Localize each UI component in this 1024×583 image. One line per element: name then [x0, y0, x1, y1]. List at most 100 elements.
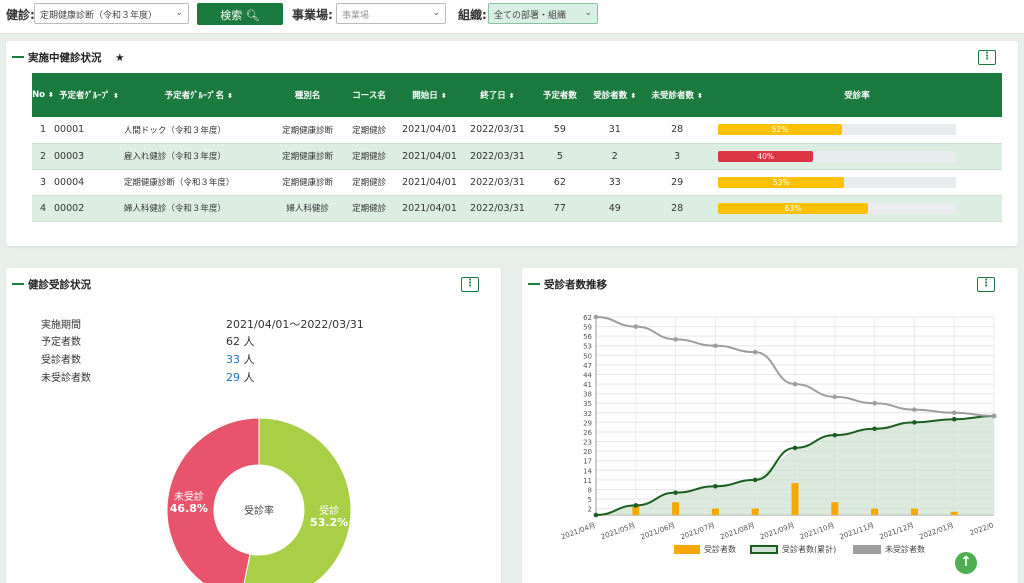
column-header[interactable]: 予定者ｸﾞﾙｰﾌﾟ ⬍ — [54, 73, 124, 117]
scroll-top-arrow-icon[interactable]: ↑ — [955, 552, 977, 574]
point-cumulative[interactable] — [872, 426, 877, 432]
checkup-status-card: 健診受診状況 ⋮ 実施期間 2021/04/01～2022/03/31 予定者数… — [6, 268, 501, 583]
jigyosho-select[interactable]: 事業場 ⌄ — [336, 3, 446, 24]
sort-icon[interactable]: ⬍ — [630, 92, 636, 100]
column-header-label: 開始日 — [412, 91, 438, 101]
sort-icon[interactable]: ⬍ — [697, 92, 703, 100]
legend-item[interactable]: 未受診者数 — [853, 544, 925, 555]
cell-start: 2021/04/01 — [402, 150, 457, 162]
sort-icon[interactable]: ⬍ — [113, 92, 119, 100]
column-header[interactable]: 予定者ｸﾞﾙｰﾌﾟ名 ⬍ — [124, 73, 274, 117]
point-cumulative[interactable] — [713, 483, 718, 489]
column-header[interactable]: 未受診者数 ⬍ — [642, 73, 712, 117]
cell-planned: 62 — [553, 176, 566, 188]
sort-icon[interactable]: ⬍ — [509, 92, 515, 100]
cell-start: 2021/04/01 — [402, 202, 457, 214]
cell-group: 00004 — [53, 176, 85, 188]
cell-rate: 40% — [712, 143, 1002, 169]
point-remaining[interactable] — [752, 349, 758, 355]
bar-monthly[interactable] — [871, 508, 879, 515]
point-cumulative[interactable] — [673, 490, 678, 495]
soshiki-label: 組織: — [458, 8, 487, 22]
point-cumulative[interactable] — [792, 445, 798, 451]
y-tick-label: 5 — [588, 496, 592, 504]
legend-item[interactable]: 受診者数 — [674, 544, 736, 555]
cell-course: 定期健診 — [352, 178, 387, 188]
point-remaining[interactable] — [991, 413, 997, 419]
bar-monthly[interactable] — [711, 508, 719, 515]
sort-icon[interactable]: ⬍ — [227, 92, 233, 100]
point-cumulative[interactable] — [951, 416, 957, 422]
cell-start: 2021/04/01 — [402, 124, 457, 136]
cell-planned: 5 — [556, 150, 563, 162]
sort-icon[interactable]: ⬍ — [441, 92, 447, 100]
chevron-down-icon: ⌄ — [584, 8, 592, 18]
point-remaining[interactable] — [951, 410, 957, 416]
bar-monthly[interactable] — [672, 502, 680, 515]
jigyosho-label: 事業場: — [292, 8, 333, 22]
point-remaining[interactable] — [673, 337, 678, 342]
jigyosho-select-placeholder: 事業場 — [342, 11, 370, 21]
point-cumulative[interactable] — [593, 512, 599, 518]
point-cumulative[interactable] — [832, 432, 838, 438]
rate-bar-track: 53% — [718, 176, 957, 188]
soshiki-select[interactable]: 全ての部署・組織 ⌄ — [488, 3, 598, 24]
point-remaining[interactable] — [713, 343, 718, 349]
bar-monthly[interactable] — [831, 502, 839, 515]
y-tick-label: 26 — [583, 429, 592, 437]
x-tick-label: 2021/09月 — [759, 521, 796, 541]
rate-bar-track: 52% — [718, 124, 957, 136]
chevron-down-icon: ⌄ — [175, 8, 183, 18]
cell-no: 3 — [39, 176, 47, 188]
y-tick-label: 59 — [583, 324, 592, 332]
cell-name: 婦人科健診（令和３年度） — [123, 204, 226, 214]
x-tick-label: 2021/08月 — [719, 521, 756, 541]
column-header[interactable]: 終了日 ⬍ — [462, 73, 532, 117]
bar-monthly[interactable] — [950, 511, 958, 515]
point-remaining[interactable] — [832, 394, 838, 400]
point-cumulative[interactable] — [912, 420, 917, 425]
search-button[interactable]: 検索 🔍︎ — [197, 3, 283, 25]
active-checkups-table: No ⬍ 予定者ｸﾞﾙｰﾌﾟ ⬍ 予定者ｸﾞﾙｰﾌﾟ名 ⬍ 種別名 コース名 開始日 ⬍ 終了日 ⬍ 予… — [32, 73, 1002, 222]
x-tick-label: 2022/0 — [969, 521, 995, 537]
legend-swatch — [750, 545, 778, 554]
x-tick-label: 2021/04月 — [560, 521, 597, 541]
table-row[interactable]: 1 00001 人間ドック（令和３年度） 定期健康診断 定期健診 2021/04/01 20… — [32, 117, 1002, 143]
column-header[interactable]: No ⬍ — [32, 73, 54, 117]
cell-planned: 77 — [553, 202, 566, 214]
legend-item[interactable]: 受診者数(累計) — [750, 544, 836, 555]
point-remaining[interactable] — [872, 400, 877, 406]
sort-icon[interactable]: ⬍ — [48, 91, 54, 99]
cell-done: 31 — [608, 124, 621, 136]
table-row[interactable]: 2 00003 雇入れ健診（令和３年度） 定期健康診断 定期健診 2021/04/01 20… — [32, 143, 1002, 169]
cell-notdone: 28 — [671, 202, 684, 214]
cell-planned: 59 — [553, 124, 566, 136]
table-row[interactable]: 4 00002 婦人科健診（令和３年度） 婦人科健診 定期健診 2021/04/01 202… — [32, 195, 1002, 221]
cell-course: 定期健診 — [352, 152, 387, 162]
point-remaining[interactable] — [633, 324, 639, 329]
column-header[interactable]: 受診者数 ⬍ — [587, 73, 642, 117]
table-row[interactable]: 3 00004 定期健康診断（令和３年度） 定期健康診断 定期健診 2021/04/01 2… — [32, 169, 1002, 195]
bar-monthly[interactable] — [910, 508, 918, 515]
bar-monthly[interactable] — [791, 483, 799, 515]
cell-notdone: 3 — [674, 150, 681, 162]
cell-end: 2022/03/31 — [470, 150, 525, 162]
star-icon[interactable]: ★ — [115, 52, 124, 64]
cell-rate: 53% — [712, 169, 1002, 195]
point-remaining[interactable] — [593, 314, 599, 320]
more-menu-icon[interactable]: ⋮ — [978, 50, 996, 65]
bar-monthly[interactable] — [751, 508, 759, 515]
kenshin-select-value: 定期健康診断（令和３年度） — [40, 11, 158, 21]
cell-start: 2021/04/01 — [402, 176, 457, 188]
point-cumulative[interactable] — [752, 477, 758, 483]
x-tick-label: 2021/05月 — [600, 521, 637, 541]
kenshin-select[interactable]: 定期健康診断（令和３年度） ⌄ — [34, 3, 189, 24]
point-remaining[interactable] — [912, 407, 917, 412]
point-cumulative[interactable] — [633, 503, 639, 508]
x-tick-label: 2021/10月 — [799, 521, 836, 541]
rate-bar-fill: 40% — [718, 150, 814, 162]
cell-no: 1 — [39, 124, 47, 136]
point-remaining[interactable] — [792, 381, 798, 387]
column-header[interactable]: 開始日 ⬍ — [397, 73, 463, 117]
x-tick-label: 2021/06月 — [640, 521, 677, 541]
